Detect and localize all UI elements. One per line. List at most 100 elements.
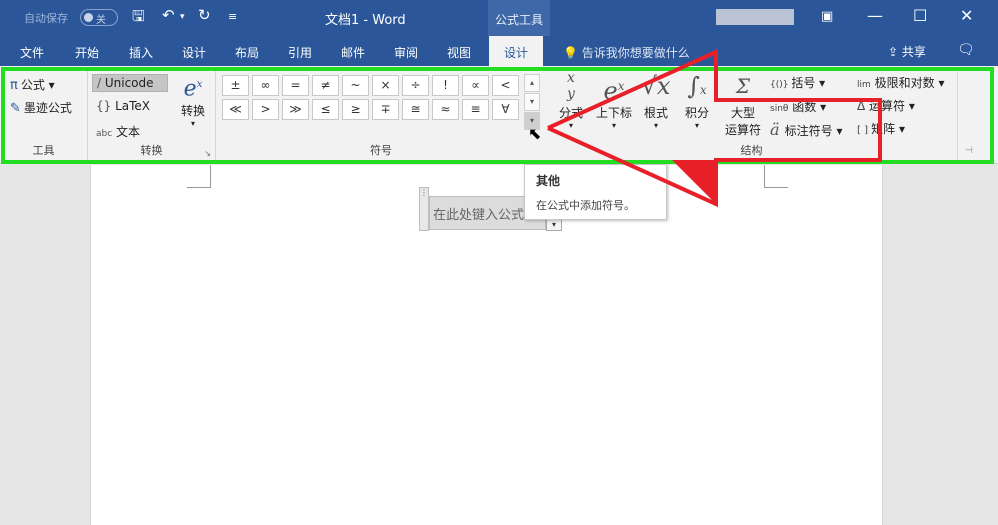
equation-label: 公式 xyxy=(20,78,45,92)
equation-move-handle[interactable]: ⋮ xyxy=(419,187,429,231)
symbol-factorial[interactable]: ! xyxy=(432,75,459,96)
fraction-icon: xy xyxy=(567,70,575,102)
script-button[interactable]: ex 上下标 ▾ xyxy=(593,70,635,130)
function-label: 函数 xyxy=(792,100,817,114)
tooltip-description: 在公式中添加符号。 xyxy=(536,199,635,212)
ribbon-display-icon[interactable]: ▣ xyxy=(821,9,833,24)
minimize-icon[interactable]: — xyxy=(867,6,883,25)
unicode-label: Unicode xyxy=(104,76,154,90)
tab-view[interactable]: 视图 xyxy=(447,44,471,61)
symbol-greater-equal[interactable]: ≥ xyxy=(342,99,369,120)
slash-icon: / xyxy=(97,76,105,90)
unicode-button[interactable]: / Unicode xyxy=(92,74,168,92)
tab-design[interactable]: 设计 xyxy=(182,44,206,61)
symbol-not-equal[interactable]: ≠ xyxy=(312,75,339,96)
close-icon[interactable]: ✕ xyxy=(960,6,973,25)
large-operator-button[interactable]: Σ 大型 运算符 xyxy=(718,70,768,138)
save-icon[interactable]: 🖫 xyxy=(132,6,145,31)
symbol-less-than[interactable]: < xyxy=(492,75,519,96)
group-tools: π 公式 ▾ ✎ 墨迹公式 工具 xyxy=(0,68,88,162)
tab-review[interactable]: 审阅 xyxy=(394,44,418,61)
symbol-much-greater[interactable]: ≫ xyxy=(282,99,309,120)
symbol-much-less[interactable]: ≪ xyxy=(222,99,249,120)
share-icon: ⇪ xyxy=(888,45,899,59)
ribbon: π 公式 ▾ ✎ 墨迹公式 工具 / Unicode {} LaTeX abc 文本… xyxy=(0,66,998,164)
bracket-button[interactable]: {()} 括号 ▾ xyxy=(770,74,825,91)
integral-label: 积分 xyxy=(684,106,709,120)
collapse-ribbon-icon[interactable]: ⊣ xyxy=(965,146,973,156)
convert-button[interactable]: ex 转换 ▾ xyxy=(177,72,209,128)
matrix-button[interactable]: [ ] 矩阵 ▾ xyxy=(857,120,905,137)
undo-icon[interactable]: ↶ xyxy=(162,6,175,24)
latex-button[interactable]: {} LaTeX xyxy=(96,99,150,113)
mouse-cursor-icon: ⬉ xyxy=(528,124,542,143)
symbol-times[interactable]: × xyxy=(372,75,399,96)
dialog-launcher-icon[interactable]: ↘ xyxy=(204,149,211,158)
symbol-gallery: ± ∞ = ≠ ~ × ÷ ! ∝ < ≪ > ≫ ≤ ≥ ∓ ≅ ≈ ≡ ∀ xyxy=(222,75,524,120)
radical-button[interactable]: √x 根式 ▾ xyxy=(640,70,672,130)
integral-dropdown-icon: ▾ xyxy=(694,121,699,130)
tab-insert[interactable]: 插入 xyxy=(129,44,153,61)
fraction-button[interactable]: xy 分式 ▾ xyxy=(556,70,586,130)
symbol-minus-plus[interactable]: ∓ xyxy=(372,99,399,120)
script-label: 上下标 xyxy=(595,106,632,120)
integral-button[interactable]: ∫x 积分 ▾ xyxy=(680,70,714,130)
ribbon-tabs: 文件 开始 插入 设计 布局 引用 邮件 审阅 视图 设计 💡 告诉我你想要做什… xyxy=(0,36,998,66)
tab-equation-design[interactable]: 设计 xyxy=(489,36,544,66)
integral-icon: ∫x xyxy=(687,72,707,100)
user-account[interactable] xyxy=(716,9,794,25)
symbol-proportional[interactable]: ∝ xyxy=(462,75,489,96)
comments-icon[interactable]: 🗨 xyxy=(957,42,975,58)
symbol-plus-minus[interactable]: ± xyxy=(222,75,249,96)
matrix-icon: [ ] xyxy=(857,125,872,136)
symbol-tilde[interactable]: ~ xyxy=(342,75,369,96)
group-label-tools: 工具 xyxy=(32,144,55,157)
symbol-greater-than[interactable]: > xyxy=(252,99,279,120)
margin-corner-left-h xyxy=(187,187,211,188)
undo-dropdown-icon[interactable]: ▾ xyxy=(180,12,185,22)
symbol-for-all[interactable]: ∀ xyxy=(492,99,519,120)
symbol-approx[interactable]: ≈ xyxy=(432,99,459,120)
margin-corner-left xyxy=(209,165,211,187)
script-dropdown-icon: ▾ xyxy=(611,121,616,130)
symbol-identical[interactable]: ≡ xyxy=(462,99,489,120)
latex-label: LaTeX xyxy=(115,99,151,113)
scroll-down-icon[interactable]: ▾ xyxy=(524,93,540,111)
symbol-infinity[interactable]: ∞ xyxy=(252,75,279,96)
function-icon: sinθ xyxy=(770,104,789,114)
fraction-dropdown-icon: ▾ xyxy=(568,121,573,130)
tab-home[interactable]: 开始 xyxy=(75,44,99,61)
symbol-divide[interactable]: ÷ xyxy=(402,75,429,96)
equation-tools-context: 公式工具 xyxy=(488,0,550,36)
tab-mailings[interactable]: 邮件 xyxy=(341,44,365,61)
limit-icon: lim xyxy=(857,80,871,90)
autosave-label: 自动保存 xyxy=(24,12,68,25)
symbol-less-equal[interactable]: ≤ xyxy=(312,99,339,120)
equation-button[interactable]: π 公式 ▾ xyxy=(10,76,55,93)
symbol-equals[interactable]: = xyxy=(282,75,309,96)
autosave-toggle[interactable]: 关 xyxy=(80,9,118,26)
share-button[interactable]: ⇪ 共享 xyxy=(888,43,926,60)
margin-corner-right-h xyxy=(764,187,788,188)
accent-button[interactable]: ä 标注符号 ▾ xyxy=(770,120,842,139)
redo-icon[interactable]: ↻ xyxy=(198,6,211,24)
tell-me-search[interactable]: 💡 告诉我你想要做什么 xyxy=(563,44,690,61)
fraction-label: 分式 xyxy=(558,106,583,120)
operator-button[interactable]: Δ 运算符 ▾ xyxy=(857,97,915,114)
operator-label: 运算符 xyxy=(869,99,906,113)
group-convert: / Unicode {} LaTeX abc 文本 ex 转换 ▾ 转换 ↘ xyxy=(88,68,216,162)
symbol-congruent[interactable]: ≅ xyxy=(402,99,429,120)
limit-log-button[interactable]: lim 极限和对数 ▾ xyxy=(857,74,944,91)
scroll-up-icon[interactable]: ▴ xyxy=(524,74,540,92)
ink-equation-button[interactable]: ✎ 墨迹公式 xyxy=(10,99,72,116)
pi-icon: π xyxy=(10,78,18,93)
customize-toolbar-icon[interactable]: ≡ xyxy=(228,10,237,23)
tab-file[interactable]: 文件 xyxy=(20,44,44,61)
function-button[interactable]: sinθ 函数 ▾ xyxy=(770,98,826,115)
maximize-icon[interactable]: ☐ xyxy=(913,6,927,25)
tab-layout[interactable]: 布局 xyxy=(235,44,259,61)
text-button[interactable]: abc 文本 xyxy=(96,123,140,140)
radical-dropdown-icon: ▾ xyxy=(653,121,658,130)
large-operator-label-2: 运算符 xyxy=(724,123,761,137)
tab-references[interactable]: 引用 xyxy=(288,44,312,61)
